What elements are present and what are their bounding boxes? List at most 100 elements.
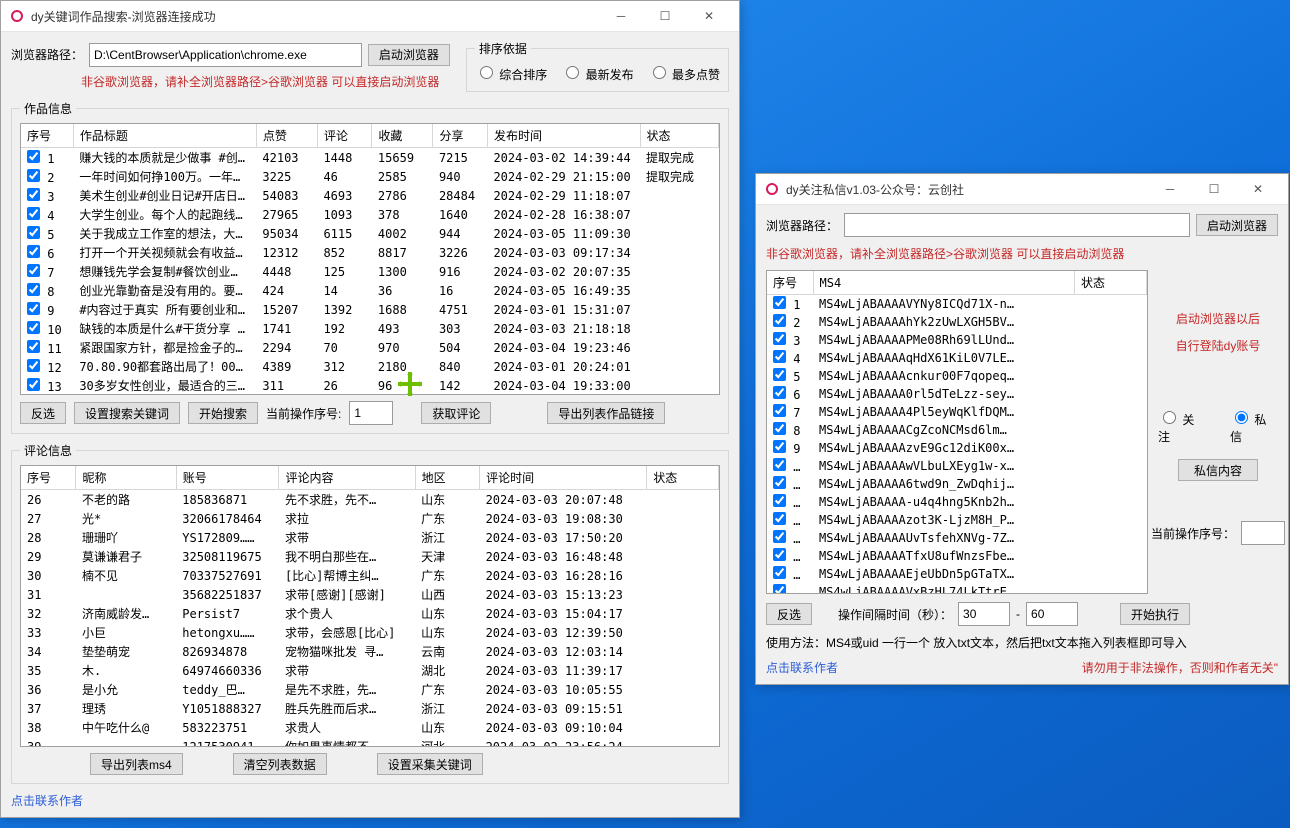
column-header[interactable]: 作品标题	[73, 124, 256, 148]
table-row[interactable]: 35木.64974660336求带湖北2024-03-03 11:39:17	[21, 661, 719, 680]
table-row[interactable]: 9MS4wLjABAAAAzvE9Gc12diK00x…	[767, 439, 1147, 457]
browser-path-input[interactable]	[89, 43, 362, 67]
row-checkbox[interactable]: 16	[773, 568, 808, 582]
table-row[interactable]: 10缺钱的本质是什么#干货分享 …17411924933032024-03-03…	[21, 319, 719, 338]
interval-to-input[interactable]	[1026, 602, 1078, 626]
column-header[interactable]: 状态	[640, 124, 718, 148]
column-header[interactable]: 分享	[433, 124, 487, 148]
invert-select-button[interactable]: 反选	[20, 402, 66, 424]
minimize-button[interactable]: ─	[599, 1, 643, 31]
table-row[interactable]: 36是小允teddy_巴…是先不求胜，先…广东2024-03-03 10:05:…	[21, 680, 719, 699]
works-table-wrap[interactable]: 序号作品标题点赞评论收藏分享发布时间状态 1赚大钱的本质就是少做事 #创…421…	[20, 123, 720, 395]
row-checkbox[interactable]: 5	[773, 370, 800, 384]
start-execute-button[interactable]: 开始执行	[1120, 603, 1190, 625]
table-row[interactable]: 10MS4wLjABAAAAwVLbuLXEyg1w-x…	[767, 457, 1147, 475]
column-header[interactable]: 昵称	[76, 466, 176, 490]
mode-follow[interactable]: 关注	[1158, 408, 1206, 445]
table-row[interactable]: 26不老的路185836871先不求胜，先不…山东2024-03-03 20:0…	[21, 490, 719, 510]
export-links-button[interactable]: 导出列表作品链接	[547, 402, 665, 424]
table-row[interactable]: 1330多岁女性创业，最适合的三…31126961422024-03-04 19…	[21, 376, 719, 395]
table-row[interactable]: 13MS4wLjABAAAAzot3K-LjzM8H_P…	[767, 511, 1147, 529]
column-header[interactable]: 评论内容	[279, 466, 415, 490]
table-row[interactable]: 34垫垫萌宠826934878宠物猫咪批发 寻…云南2024-03-03 12:…	[21, 642, 719, 661]
sort-comprehensive[interactable]: 综合排序	[475, 63, 547, 83]
row-checkbox[interactable]: 11	[27, 342, 62, 356]
table-row[interactable]: 2一年时间如何挣100万。一年…32254625859402024-02-29 …	[21, 167, 719, 186]
table-row[interactable]: 6打开一个开关视频就会有收益…12312852881732262024-03-0…	[21, 243, 719, 262]
table-row[interactable]: 6MS4wLjABAAAA0rl5dTeLzz-sey…	[767, 385, 1147, 403]
maximize-button[interactable]: ☐	[1192, 174, 1236, 204]
row-checkbox[interactable]: 7	[773, 406, 800, 420]
start-search-button[interactable]: 开始搜索	[188, 402, 258, 424]
table-row[interactable]: 1270.80.90都套路出局了！00后…438931221808402024-…	[21, 357, 719, 376]
table-row[interactable]: 11紧跟国家方针，都是捡金子的…2294709705042024-03-04 1…	[21, 338, 719, 357]
table-row[interactable]: 7MS4wLjABAAAA4Pl5eyWqKlfDQM…	[767, 403, 1147, 421]
row-checkbox[interactable]: 15	[773, 550, 808, 564]
table-row[interactable]: 1赚大钱的本质就是少做事 #创…4210314481565972152024-0…	[21, 148, 719, 168]
row-checkbox[interactable]: 10	[27, 323, 62, 337]
table-row[interactable]: 4MS4wLjABAAAAqHdX61KiL0V7LE…	[767, 349, 1147, 367]
table-row[interactable]: 15MS4wLjABAAAATfxU8ufWnzsFbe…	[767, 547, 1147, 565]
table-row[interactable]: 3MS4wLjABAAAAPMe08Rh69lLUnd…	[767, 331, 1147, 349]
row-checkbox[interactable]: 9	[27, 304, 54, 318]
current-index-input[interactable]	[349, 401, 393, 425]
row-checkbox[interactable]: 17	[773, 586, 808, 594]
row-checkbox[interactable]: 4	[773, 352, 800, 366]
column-header[interactable]: 状态	[1075, 271, 1147, 295]
table-row[interactable]: 28珊珊吖YS172809……求带浙江2024-03-03 17:50:20	[21, 528, 719, 547]
table-row[interactable]: 33小巨hetongxu……求带，会感恩[比心]山东2024-03-03 12:…	[21, 623, 719, 642]
table-row[interactable]: 14MS4wLjABAAAAUvTsfehXNVg-7Z…	[767, 529, 1147, 547]
table-row[interactable]: 11MS4wLjABAAAA6twd9n_ZwDqhij…	[767, 475, 1147, 493]
table-row[interactable]: 29莫谦谦君子32508119675我不明白那些在…天津2024-03-03 1…	[21, 547, 719, 566]
row-checkbox[interactable]: 8	[27, 285, 54, 299]
browser-path-input[interactable]	[844, 213, 1190, 237]
table-row[interactable]: 30楠不见70337527691[比心]帮博主纠…广东2024-03-03 16…	[21, 566, 719, 585]
table-row[interactable]: 2MS4wLjABAAAAhYk2zUwLXGH5BV…	[767, 313, 1147, 331]
interval-from-input[interactable]	[958, 602, 1010, 626]
mode-dm[interactable]: 私信	[1230, 408, 1278, 445]
row-checkbox[interactable]: 3	[27, 190, 54, 204]
table-row[interactable]: 5MS4wLjABAAAAcnkur00F7qopeq…	[767, 367, 1147, 385]
table-row[interactable]: 17MS4wLjABAAAAVxBzHL74LkTtrE…	[767, 583, 1147, 594]
table-row[interactable]: 38中午吃什么@583223751求贵人山东2024-03-03 09:10:0…	[21, 718, 719, 737]
column-header[interactable]: 评论时间	[480, 466, 647, 490]
row-checkbox[interactable]: 13	[773, 514, 808, 528]
row-checkbox[interactable]: 4	[27, 209, 54, 223]
row-checkbox[interactable]: 10	[773, 460, 808, 474]
row-checkbox[interactable]: 7	[27, 266, 54, 280]
comments-table-wrap[interactable]: 序号昵称账号评论内容地区评论时间状态 26不老的路185836871先不求胜，先…	[20, 465, 720, 747]
table-row[interactable]: 7想赚钱先学会复制#餐饮创业…444812513009162024-03-02 …	[21, 262, 719, 281]
table-row[interactable]: 27光*32066178464求拉广东2024-03-03 19:08:30	[21, 509, 719, 528]
column-header[interactable]: MS4	[813, 271, 1075, 295]
row-checkbox[interactable]: 3	[773, 334, 800, 348]
row-checkbox[interactable]: 12	[773, 496, 808, 510]
table-row[interactable]: 9#内容过于真实 所有要创业和…152071392168847512024-03…	[21, 300, 719, 319]
column-header[interactable]: 序号	[21, 466, 76, 490]
row-checkbox[interactable]: 1	[773, 298, 800, 312]
table-row[interactable]: 16MS4wLjABAAAAEjeUbDn5pGTaTX…	[767, 565, 1147, 583]
sort-most-likes[interactable]: 最多点赞	[648, 63, 720, 83]
row-checkbox[interactable]: 9	[773, 442, 800, 456]
row-checkbox[interactable]: 14	[773, 532, 808, 546]
sort-newest[interactable]: 最新发布	[561, 63, 633, 83]
close-button[interactable]: ✕	[1236, 174, 1280, 204]
table-row[interactable]: 3135682251837求带[感谢][感谢]山西2024-03-03 15:1…	[21, 585, 719, 604]
launch-browser-button[interactable]: 启动浏览器	[1196, 214, 1278, 236]
table-row[interactable]: 8创业光靠勤奋是没有用的。要…4241436162024-03-05 16:49…	[21, 281, 719, 300]
column-header[interactable]: 状态	[647, 466, 719, 490]
set-filter-keywords-button[interactable]: 设置采集关键词	[377, 753, 483, 775]
current-index-input[interactable]	[1241, 521, 1285, 545]
contact-author-link[interactable]: 点击联系作者	[11, 794, 83, 808]
clear-list-button[interactable]: 清空列表数据	[233, 753, 327, 775]
table-row[interactable]: 12MS4wLjABAAAA-u4q4hng5Knb2h…	[767, 493, 1147, 511]
close-button[interactable]: ✕	[687, 1, 731, 31]
get-comments-button[interactable]: 获取评论	[421, 402, 491, 424]
invert-select-button[interactable]: 反选	[766, 603, 812, 625]
column-header[interactable]: 账号	[176, 466, 279, 490]
column-header[interactable]: 序号	[767, 271, 813, 295]
row-checkbox[interactable]: 6	[27, 247, 54, 261]
row-checkbox[interactable]: 13	[27, 380, 62, 394]
table-row[interactable]: 8MS4wLjABAAAACgZcoNCMsd6lm…	[767, 421, 1147, 439]
table-row[interactable]: 32济南威龄发…Persist7求个贵人山东2024-03-03 15:04:1…	[21, 604, 719, 623]
launch-browser-button[interactable]: 启动浏览器	[368, 44, 450, 66]
